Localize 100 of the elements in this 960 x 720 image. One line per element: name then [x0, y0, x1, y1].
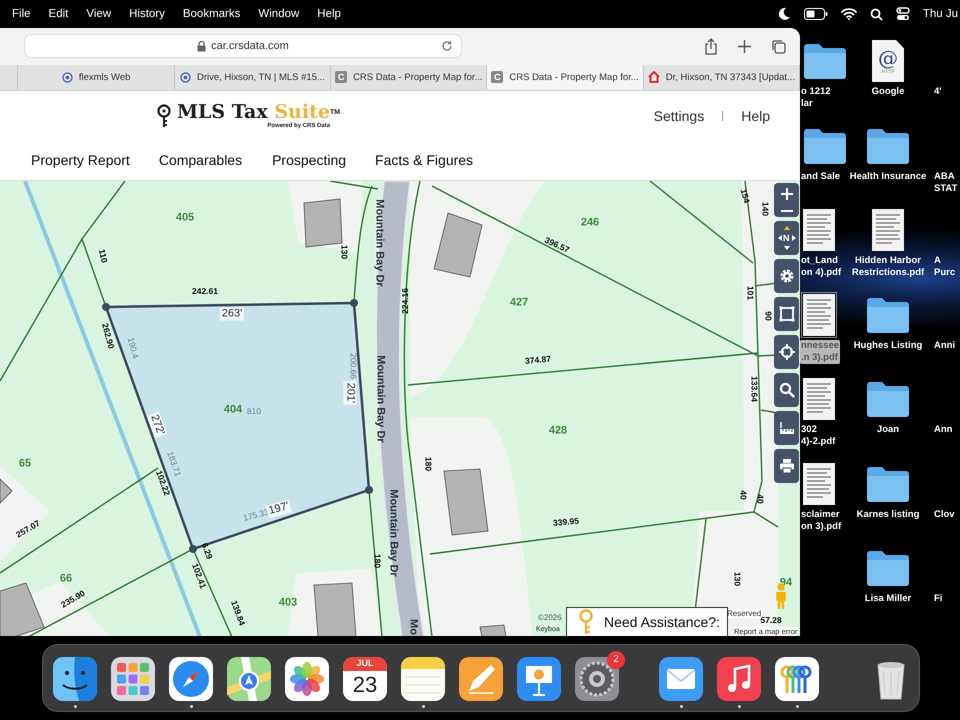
dimension-label: 200.66 [348, 352, 358, 379]
menu-item[interactable]: Help [317, 8, 341, 20]
safari-app-icon[interactable] [169, 656, 213, 700]
zoom-in-button[interactable] [780, 186, 794, 201]
folder-icon[interactable] [865, 128, 911, 164]
menu-item[interactable]: File [12, 8, 31, 20]
new-tab-icon[interactable] [738, 40, 751, 53]
pen-app-icon[interactable] [459, 656, 503, 700]
dimension-label: 262.90 [100, 322, 116, 350]
file-label[interactable]: Google [870, 86, 906, 98]
maps-app-icon[interactable] [227, 656, 271, 700]
photos-app-icon[interactable] [285, 656, 329, 700]
dimension-label: 130 [340, 244, 348, 259]
document-thumbnail-icon[interactable] [802, 462, 836, 506]
moon-icon[interactable] [776, 7, 791, 21]
file-label[interactable]: Anni [933, 340, 956, 352]
file-label[interactable]: ABA STAT [933, 170, 958, 194]
notification-badge: 2 [607, 650, 625, 668]
file-label[interactable]: Clov [933, 508, 956, 520]
site-logo[interactable]: MLS Tax Suite$^{TM}$ [177, 102, 340, 124]
document-thumbnail-icon[interactable] [802, 208, 836, 252]
file-label[interactable]: Joan [876, 424, 900, 436]
nav-link[interactable]: Prospecting [272, 152, 346, 168]
file-label[interactable]: 4' [933, 86, 943, 98]
dimension-label: 810 [246, 406, 262, 415]
passwords-app-icon[interactable] [775, 656, 819, 700]
tabs-overview-icon[interactable] [771, 38, 786, 54]
print-button[interactable] [774, 448, 799, 483]
file-label[interactable]: A Purc [933, 255, 956, 279]
dimension-label: 133.64 [750, 376, 758, 402]
file-label[interactable]: Hughes Listing [852, 340, 924, 352]
dimension-label: 139.84 [230, 599, 246, 626]
dimension-label: 40 [738, 490, 748, 500]
folder-icon[interactable] [865, 466, 911, 502]
dimension-label: 154 [739, 188, 751, 204]
file-label[interactable]: ot_Land on 4).pdf [800, 255, 842, 279]
compass-button[interactable]: N [774, 220, 799, 255]
keynote-app-icon[interactable] [517, 656, 561, 700]
search-icon[interactable] [870, 8, 883, 20]
square-icon [778, 306, 794, 322]
document-thumbnail-icon[interactable] [871, 208, 905, 252]
file-label[interactable]: and Sale [800, 170, 842, 182]
menu-item[interactable]: View [86, 8, 112, 20]
file-label[interactable]: Health Insurance [848, 170, 928, 182]
address-field[interactable]: car.crsdata.com [24, 34, 462, 58]
file-label[interactable]: o 1212 lar [800, 86, 832, 110]
file-label[interactable]: sclaimer on 3).pdf [800, 508, 842, 532]
address-text: car.crsdata.com [211, 40, 289, 52]
folder-icon[interactable] [865, 550, 911, 586]
header-link[interactable]: Help [741, 108, 770, 124]
finder-app-icon[interactable] [53, 656, 97, 700]
key-icon [157, 104, 171, 128]
battery-icon[interactable] [804, 8, 828, 20]
wifi-icon[interactable] [840, 8, 857, 20]
file-label[interactable]: nnessee .n 3).pdf [800, 340, 840, 364]
folder-icon[interactable] [865, 381, 911, 417]
control-center-icon[interactable] [896, 7, 910, 21]
folder-icon[interactable] [865, 296, 911, 332]
dimension-label: 40 [756, 494, 764, 504]
mail-app-icon[interactable] [659, 656, 703, 700]
settings-button[interactable] [774, 258, 799, 293]
reload-icon[interactable] [441, 40, 453, 52]
fullscreen-button[interactable] [774, 296, 799, 331]
header-link[interactable]: Settings [654, 108, 704, 124]
file-label[interactable]: Ann [933, 424, 954, 436]
notes-app-icon[interactable] [401, 656, 445, 700]
menu-item[interactable]: History [129, 8, 165, 20]
nav-link[interactable]: Property Report [31, 152, 130, 168]
need-assistance-button[interactable]: Need Assistance?: [566, 606, 728, 636]
document-thumbnail-icon[interactable] [802, 292, 836, 336]
file-label[interactable]: Hidden Harbor Restrictions.pdf [850, 255, 926, 279]
file-label[interactable]: Fi [933, 593, 944, 605]
lot-number: 428 [548, 425, 568, 436]
menu-clock[interactable]: Thu Ju [922, 8, 958, 20]
file-label[interactable]: Lisa Miller [864, 593, 912, 605]
music-app-icon[interactable] [717, 656, 761, 700]
settings-app-icon[interactable] [575, 656, 619, 700]
menu-item[interactable]: Edit [48, 8, 68, 20]
search-button[interactable] [774, 372, 799, 407]
browser-tab[interactable]: C CRS Data - Property Map for... [487, 64, 644, 90]
file-label[interactable]: Karnes listing [856, 508, 920, 520]
measure-button[interactable] [774, 410, 799, 445]
share-icon[interactable] [704, 38, 718, 55]
folder-icon[interactable] [802, 128, 848, 164]
street-label: Mountain Bay Dr [374, 355, 386, 442]
menu-item[interactable]: Bookmarks [182, 8, 240, 20]
menu-item[interactable]: Window [258, 8, 300, 20]
calendar-app-icon[interactable]: JUL 23 [343, 656, 387, 700]
nav-link[interactable]: Comparables [158, 152, 242, 168]
file-label[interactable]: 302 4)-2.pdf [800, 424, 836, 448]
lot-number: 427 [510, 297, 528, 308]
nav-link[interactable]: Facts & Figures [375, 152, 474, 168]
launchpad-app-icon[interactable] [111, 656, 155, 700]
locate-button[interactable] [774, 334, 799, 369]
browser-tab[interactable]: Drive, Hixson, TN | MLS #15... [174, 64, 332, 90]
zoom-out-button[interactable] [780, 208, 794, 213]
browser-tab[interactable]: flexmls Web [18, 64, 175, 90]
dimension-label: 190.4 [126, 336, 140, 360]
folder-icon[interactable] [802, 43, 848, 79]
document-thumbnail-icon[interactable] [802, 377, 836, 421]
